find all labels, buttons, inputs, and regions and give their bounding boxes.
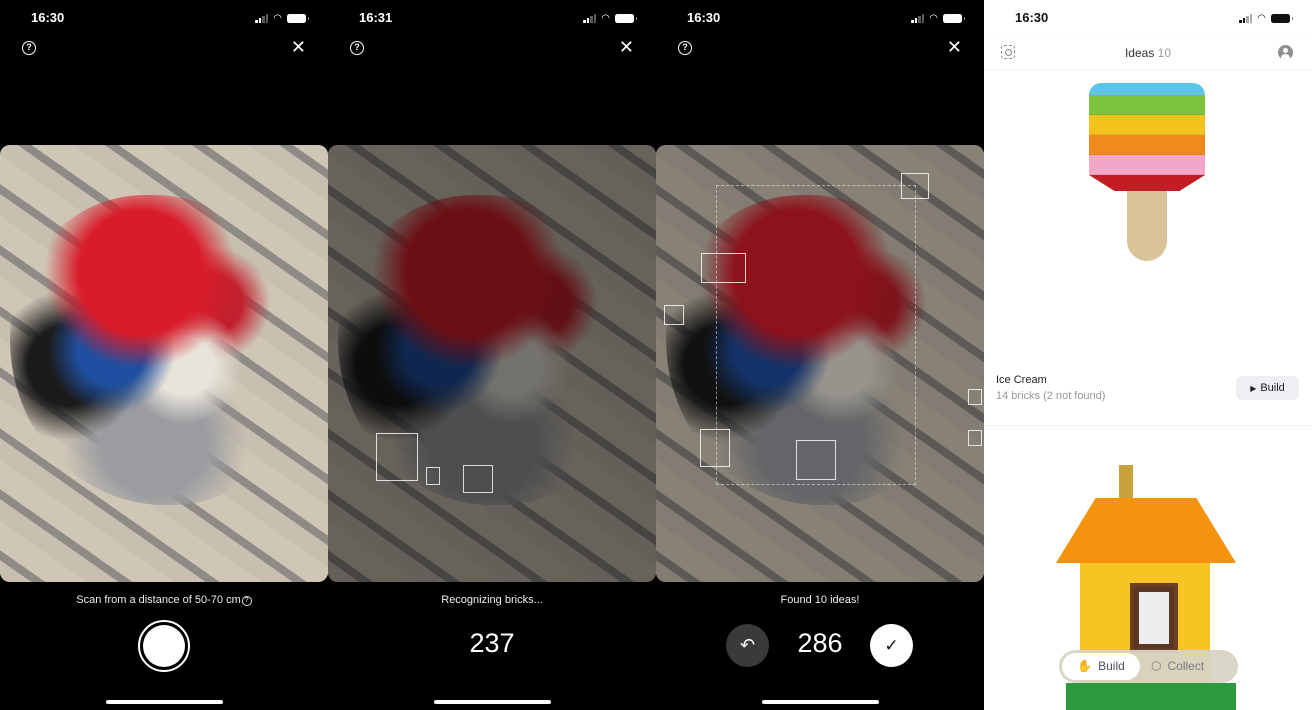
brick-count: 286 [797, 628, 843, 658]
status-time: 16:31 [359, 10, 393, 25]
wifi-icon: ◠ [1257, 13, 1266, 24]
scan-hint-text: Scan from a distance of 50-70 cm [76, 594, 241, 606]
tab-collect-label: Collect [1167, 659, 1205, 673]
tab-build-label: Build [1098, 659, 1125, 673]
wifi-icon: ◠ [601, 13, 610, 24]
signal-icon [255, 14, 269, 23]
scan-screen: 16:30 ◠ ? ✕ Scan from a distance of 50-7… [0, 0, 328, 710]
ideas-count: 10 [1157, 46, 1172, 60]
profile-icon[interactable] [1278, 45, 1293, 60]
status-caption: Found 10 ideas! [780, 594, 860, 606]
box-icon: ⬡ [1151, 659, 1162, 673]
signal-icon [911, 14, 925, 23]
page-title: Ideas 10 [984, 46, 1312, 60]
mode-switcher: ✋ Build ⬡ Collect [1059, 650, 1238, 683]
help-icon[interactable]: ? [678, 41, 692, 55]
status-bar: 16:30 ◠ [984, 10, 1312, 28]
home-indicator [434, 700, 551, 704]
status-bar: 16:30 ◠ [656, 10, 984, 28]
help-icon[interactable]: ? [350, 41, 364, 55]
home-indicator [106, 700, 223, 704]
recognizing-screen: 16:31 ◠ ? ✕ Recognizing bricks... 237 [328, 0, 656, 710]
ideas-header: Ideas 10 [984, 35, 1312, 69]
idea-brick-count: 14 bricks (2 not found) [996, 390, 1106, 402]
battery-icon [287, 14, 309, 23]
tab-collect[interactable]: ⬡ Collect [1151, 653, 1235, 680]
camera-preview [0, 145, 328, 582]
ice-cream-image[interactable] [1089, 83, 1205, 261]
close-icon[interactable]: ✕ [947, 38, 962, 56]
signal-icon [1239, 14, 1253, 23]
wifi-icon: ◠ [929, 13, 938, 24]
shutter-button[interactable] [138, 620, 190, 672]
battery-icon [615, 14, 637, 23]
info-icon[interactable]: ? [241, 596, 252, 606]
battery-icon [1271, 14, 1293, 23]
build-button[interactable]: ▶ Build [1236, 376, 1299, 400]
camera-preview [328, 145, 656, 582]
wifi-icon: ◠ [273, 13, 282, 24]
close-icon[interactable]: ✕ [619, 38, 634, 56]
results-screen: 16:30 ◠ ? ✕ Found 10 ideas! ↶ 286 ✓ [656, 0, 984, 710]
signal-icon [583, 14, 597, 23]
ideas-screen: 16:30 ◠ Ideas 10 Ice Cream 14 bricks (2 … [984, 0, 1312, 710]
close-icon[interactable]: ✕ [291, 38, 306, 56]
camera-preview [656, 145, 984, 582]
divider [984, 425, 1312, 426]
idea-name: Ice Cream [996, 374, 1047, 386]
help-icon[interactable]: ? [22, 41, 36, 55]
tab-build[interactable]: ✋ Build [1062, 653, 1140, 680]
battery-icon [943, 14, 965, 23]
hand-icon: ✋ [1077, 659, 1093, 673]
brick-count: 237 [469, 628, 515, 658]
status-time: 16:30 [687, 10, 721, 25]
status-time: 16:30 [31, 10, 65, 25]
status-bar: 16:31 ◠ [328, 10, 656, 28]
home-indicator [762, 700, 879, 704]
play-icon: ▶ [1250, 384, 1257, 393]
build-button-label: Build [1260, 382, 1285, 394]
title-text: Ideas [1124, 46, 1155, 60]
scan-hint: Scan from a distance of 50-70 cm? [0, 594, 328, 606]
confirm-button[interactable]: ✓ [870, 624, 913, 667]
status-caption: Recognizing bricks... [441, 594, 543, 606]
status-time: 16:30 [1015, 10, 1049, 25]
status-bar: 16:30 ◠ [0, 10, 328, 28]
